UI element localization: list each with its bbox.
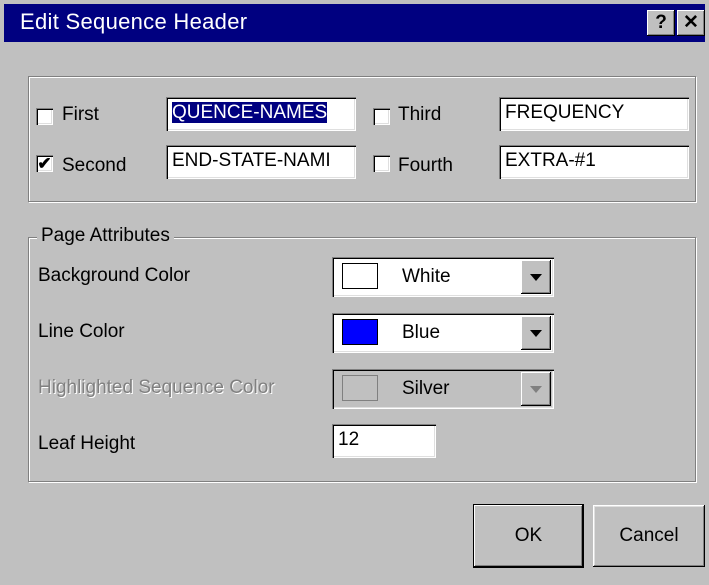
- help-button[interactable]: ?: [647, 10, 675, 36]
- close-button[interactable]: ✕: [677, 10, 705, 36]
- first-checkbox[interactable]: [36, 108, 53, 125]
- highlighted-color-value: Silver: [402, 378, 450, 399]
- line-color-swatch: [342, 319, 378, 345]
- dialog-title: Edit Sequence Header: [20, 9, 248, 34]
- highlighted-color-dropdown: Silver: [332, 369, 554, 409]
- third-field-value: FREQUENCY: [505, 102, 625, 123]
- chevron-down-icon: [521, 372, 551, 406]
- background-color-value: White: [402, 266, 451, 287]
- third-checkbox[interactable]: [373, 108, 390, 125]
- chevron-down-icon[interactable]: [521, 260, 551, 294]
- highlighted-color-swatch: [342, 375, 378, 401]
- second-checkbox[interactable]: ✔: [36, 155, 53, 173]
- leaf-height-label: Leaf Height: [38, 433, 136, 454]
- background-color-swatch: [342, 263, 378, 289]
- ok-button[interactable]: OK: [474, 505, 583, 567]
- second-field-value: END-STATE-NAMI: [172, 150, 331, 171]
- second-field[interactable]: END-STATE-NAMI: [166, 145, 356, 179]
- leaf-height-value: 12: [338, 429, 360, 450]
- third-field[interactable]: FREQUENCY: [499, 97, 689, 131]
- fourth-checkbox[interactable]: [373, 155, 390, 172]
- background-color-label: Background Color: [38, 265, 191, 286]
- chevron-down-icon[interactable]: [521, 316, 551, 350]
- third-label: Third: [398, 104, 442, 125]
- first-field[interactable]: QUENCE-NAMES: [166, 97, 356, 131]
- leaf-height-field[interactable]: 12: [332, 424, 436, 458]
- page-attributes-legend: Page Attributes: [37, 225, 174, 247]
- edit-sequence-header-dialog: Edit Sequence Header ? ✕ First QUENCE-NA…: [0, 0, 709, 585]
- background-color-dropdown[interactable]: White: [332, 257, 554, 297]
- line-color-dropdown[interactable]: Blue: [332, 313, 554, 353]
- sequence-fields-group: [28, 76, 696, 202]
- first-field-value: QUENCE-NAMES: [172, 102, 328, 123]
- fourth-field-value: EXTRA-#1: [505, 150, 596, 171]
- line-color-value: Blue: [402, 322, 441, 343]
- second-label: Second: [62, 155, 127, 176]
- title-bar[interactable]: Edit Sequence Header ? ✕: [4, 4, 705, 42]
- line-color-label: Line Color: [38, 321, 125, 342]
- first-label: First: [62, 104, 99, 125]
- highlighted-color-label: Highlighted Sequence Color: [38, 377, 275, 398]
- fourth-label: Fourth: [398, 155, 453, 176]
- cancel-button[interactable]: Cancel: [593, 505, 705, 567]
- fourth-field[interactable]: EXTRA-#1: [499, 145, 689, 179]
